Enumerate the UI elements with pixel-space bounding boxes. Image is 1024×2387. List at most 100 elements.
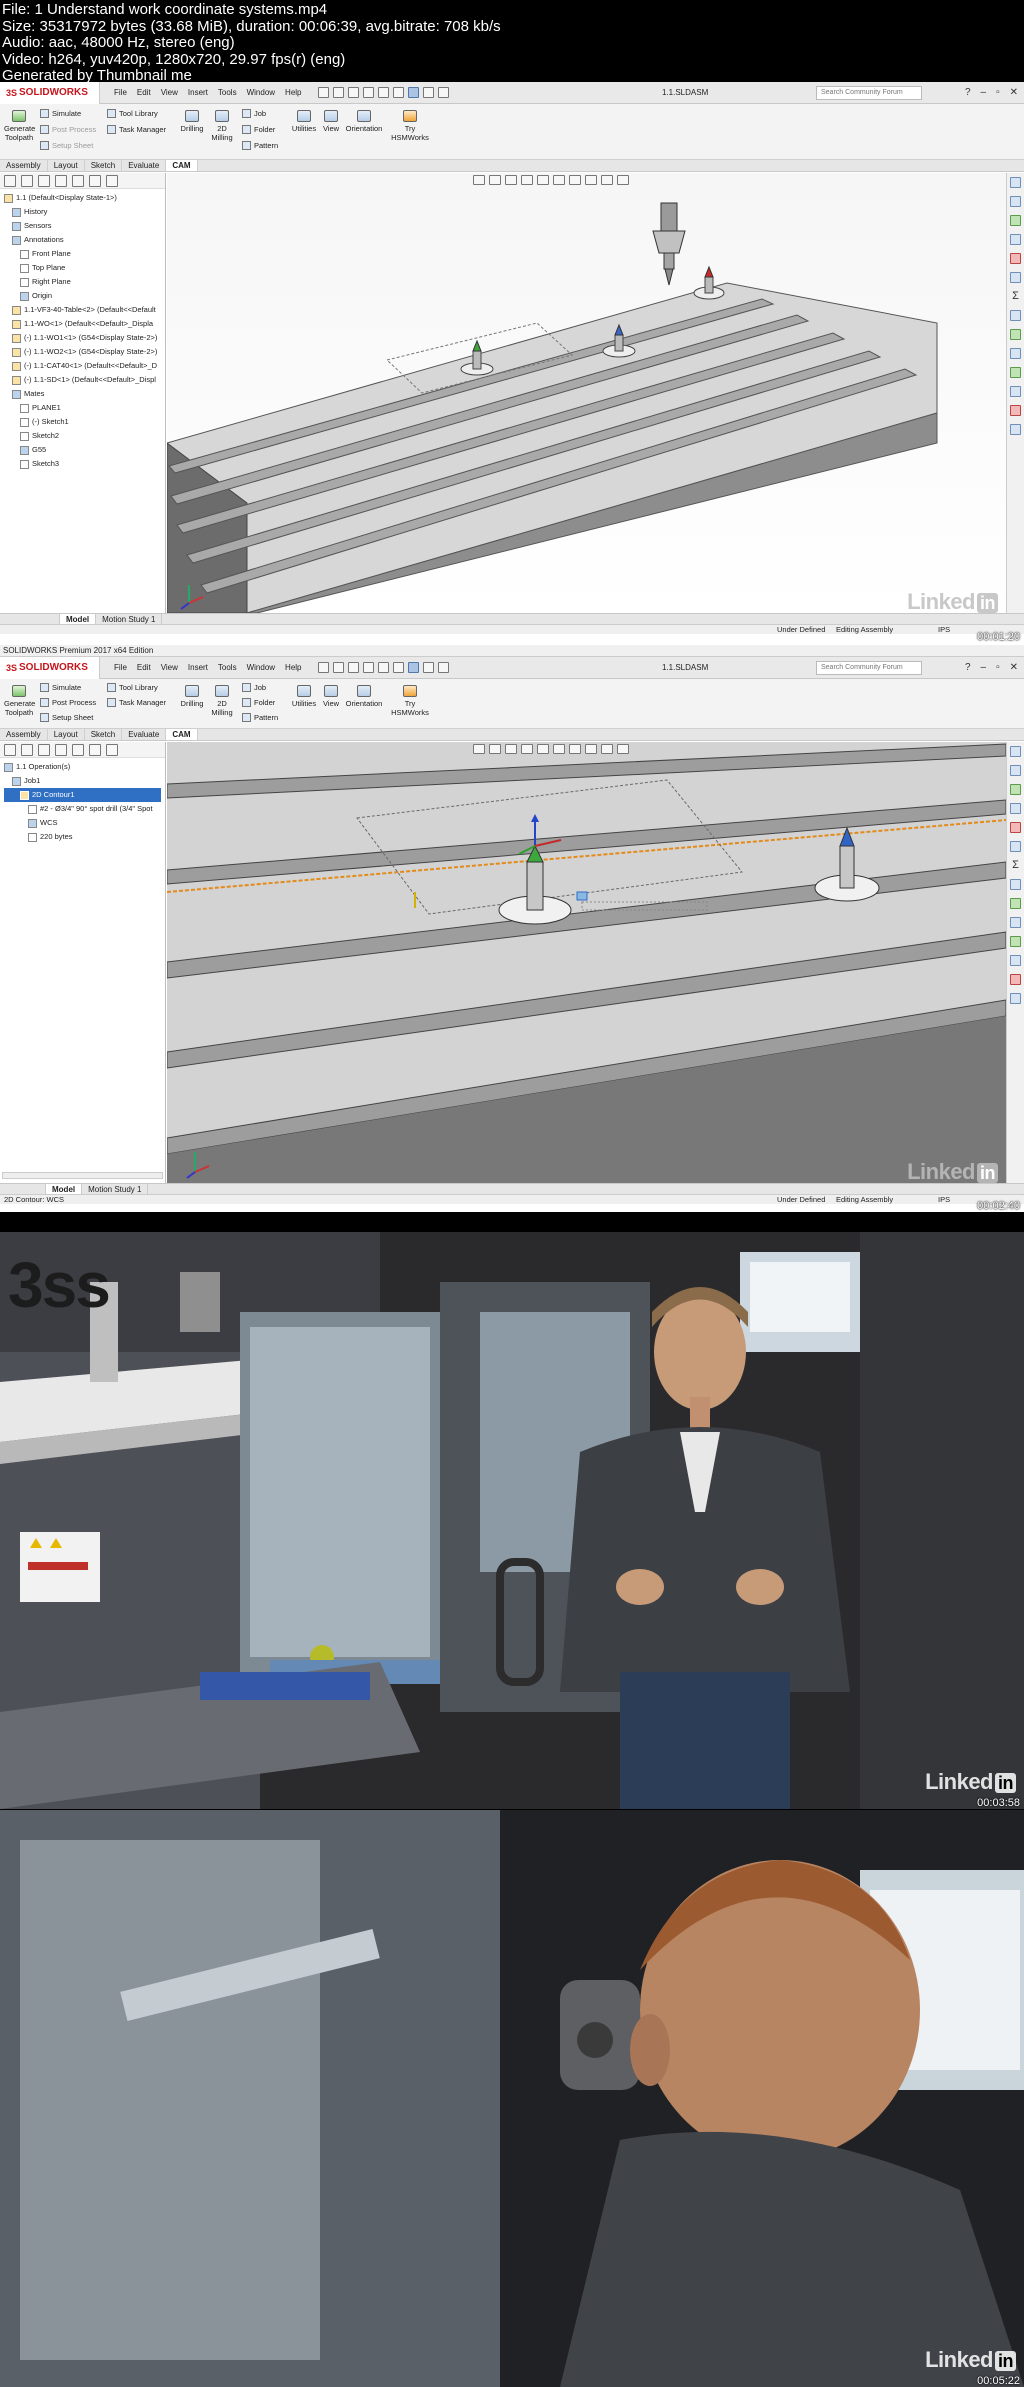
- tree-item[interactable]: History: [4, 205, 161, 219]
- ops-icon-4[interactable]: [1010, 367, 1021, 378]
- view-settings-icon[interactable]: [617, 744, 629, 754]
- job-button[interactable]: Job: [242, 683, 266, 692]
- menu-window[interactable]: Window: [247, 88, 275, 97]
- view-palette-icon[interactable]: [1010, 234, 1021, 245]
- graphics-area[interactable]: Linked in: [167, 173, 1006, 613]
- feature-manager-icon[interactable]: [4, 744, 16, 756]
- open-icon[interactable]: [347, 662, 359, 673]
- previous-view-icon[interactable]: [505, 175, 517, 185]
- resources-icon[interactable]: [1010, 177, 1021, 188]
- tree-item[interactable]: 220 bytes: [4, 830, 161, 844]
- setup-sheet-button[interactable]: Setup Sheet: [40, 141, 93, 150]
- section-view-icon[interactable]: [521, 744, 533, 754]
- section-view-icon[interactable]: [521, 175, 533, 185]
- try-hsmworks-button[interactable]: Try HSMWorks: [390, 685, 430, 717]
- ops-icon-3[interactable]: [1010, 917, 1021, 928]
- tree-item[interactable]: Origin: [4, 289, 161, 303]
- pin-icon[interactable]: [317, 662, 329, 673]
- filter-icon[interactable]: [106, 744, 118, 756]
- search-input[interactable]: Search Community Forum: [816, 85, 922, 100]
- design-library-icon[interactable]: [1010, 196, 1021, 207]
- select-icon[interactable]: [407, 662, 419, 673]
- rebuild-icon[interactable]: [422, 662, 434, 673]
- view-orientation-icon[interactable]: [537, 744, 549, 754]
- tab-evaluate[interactable]: Evaluate: [122, 729, 167, 740]
- display-manager-icon[interactable]: [72, 175, 84, 187]
- menu-view[interactable]: View: [161, 663, 178, 672]
- menu-file[interactable]: File: [114, 88, 127, 97]
- tab-sketch[interactable]: Sketch: [85, 729, 123, 740]
- milling-2d-button[interactable]: 2D Milling: [208, 110, 236, 142]
- appearances-icon[interactable]: [1010, 822, 1021, 833]
- menu-tools[interactable]: Tools: [218, 88, 237, 97]
- save-icon[interactable]: [362, 662, 374, 673]
- ops-icon-5[interactable]: [1010, 386, 1021, 397]
- tree-item[interactable]: Top Plane: [4, 261, 161, 275]
- tree-item[interactable]: Annotations: [4, 233, 161, 247]
- status-units[interactable]: IPS: [938, 1195, 950, 1204]
- generate-toolpath-button[interactable]: Generate Toolpath: [4, 110, 35, 142]
- orientation-button[interactable]: Orientation: [344, 685, 384, 708]
- tab-sketch[interactable]: Sketch: [85, 160, 123, 171]
- options-icon[interactable]: [437, 87, 449, 98]
- drilling-button[interactable]: Drilling: [178, 110, 206, 133]
- close-button[interactable]: ✕: [1010, 662, 1018, 673]
- menu-edit[interactable]: Edit: [137, 663, 151, 672]
- tree-item[interactable]: PLANE1: [4, 401, 161, 415]
- tree-item[interactable]: 1.1 Operation(s): [4, 760, 161, 774]
- simulate-button[interactable]: Simulate: [40, 109, 81, 118]
- try-hsmworks-button[interactable]: Try HSMWorks: [390, 110, 430, 142]
- cam-manager-icon[interactable]: [89, 744, 101, 756]
- property-manager-icon[interactable]: [21, 744, 33, 756]
- view-button[interactable]: View: [320, 685, 342, 708]
- folder-button[interactable]: Folder: [242, 125, 275, 134]
- filter-icon[interactable]: [106, 175, 118, 187]
- tab-motion-study[interactable]: Motion Study 1: [96, 614, 163, 624]
- view-settings-icon[interactable]: [617, 175, 629, 185]
- tree-item[interactable]: Mates: [4, 387, 161, 401]
- search-input[interactable]: Search Community Forum: [816, 660, 922, 675]
- solidworks-logo[interactable]: 3S SOLIDWORKS: [0, 656, 100, 679]
- print-icon[interactable]: [377, 87, 389, 98]
- ops-icon-2[interactable]: [1010, 329, 1021, 340]
- utilities-button[interactable]: Utilities: [290, 110, 318, 133]
- options-icon[interactable]: [437, 662, 449, 673]
- help-button[interactable]: ?: [965, 662, 971, 673]
- zoom-fit-icon[interactable]: [473, 744, 485, 754]
- simulate-button[interactable]: Simulate: [40, 683, 81, 692]
- display-manager-icon[interactable]: [72, 744, 84, 756]
- solidworks-logo[interactable]: 3S SOLIDWORKS: [0, 82, 100, 104]
- tab-model[interactable]: Model: [60, 614, 97, 624]
- minimize-button[interactable]: –: [981, 662, 987, 673]
- hide-show-icon[interactable]: [569, 744, 581, 754]
- menu-insert[interactable]: Insert: [188, 88, 208, 97]
- view-orientation-icon[interactable]: [537, 175, 549, 185]
- tab-assembly[interactable]: Assembly: [0, 160, 48, 171]
- pattern-button[interactable]: Pattern: [242, 141, 278, 150]
- tab-motion-study[interactable]: Motion Study 1: [82, 1184, 149, 1194]
- milling-2d-button[interactable]: 2D Milling: [208, 685, 236, 717]
- custom-properties-icon[interactable]: [1010, 841, 1021, 852]
- ops-icon-6[interactable]: [1010, 405, 1021, 416]
- view-palette-icon[interactable]: [1010, 803, 1021, 814]
- close-button[interactable]: ✕: [1010, 87, 1018, 98]
- display-style-icon[interactable]: [553, 175, 565, 185]
- scene-icon[interactable]: [601, 175, 613, 185]
- tree-item[interactable]: Front Plane: [4, 247, 161, 261]
- menu-edit[interactable]: Edit: [137, 88, 151, 97]
- ops-icon-7[interactable]: [1010, 424, 1021, 435]
- resources-icon[interactable]: [1010, 746, 1021, 757]
- orientation-button[interactable]: Orientation: [344, 110, 384, 133]
- tree-item[interactable]: Sensors: [4, 219, 161, 233]
- select-icon[interactable]: [407, 87, 419, 98]
- tab-layout[interactable]: Layout: [48, 160, 85, 171]
- tree-item[interactable]: (-) 1.1-SD<1> (Default<<Default>_Displ: [4, 373, 161, 387]
- tree-item[interactable]: WCS: [4, 816, 161, 830]
- pin-icon[interactable]: [317, 87, 329, 98]
- menu-help[interactable]: Help: [285, 88, 301, 97]
- restore-button[interactable]: ▫: [996, 662, 1000, 673]
- tree-item[interactable]: (-) Sketch1: [4, 415, 161, 429]
- menu-view[interactable]: View: [161, 88, 178, 97]
- tree-item[interactable]: Sketch3: [4, 457, 161, 471]
- tab-cam[interactable]: CAM: [166, 160, 198, 171]
